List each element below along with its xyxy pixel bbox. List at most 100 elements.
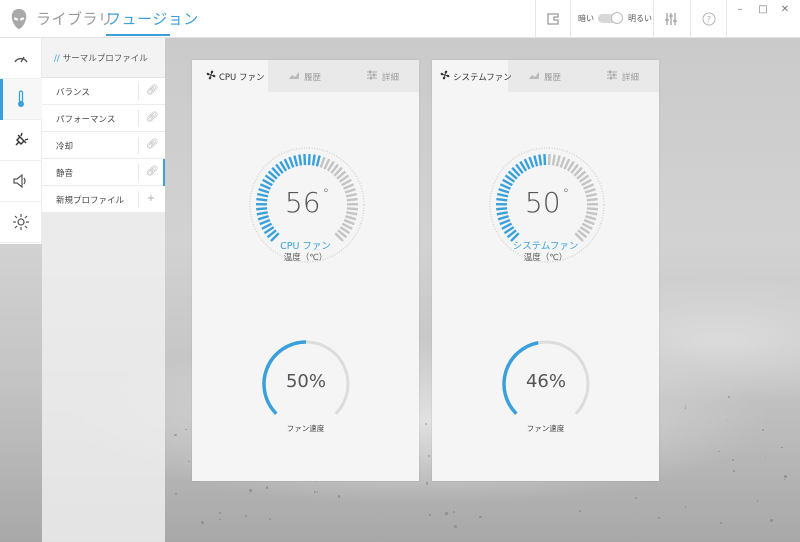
- background-speck: [783, 475, 787, 479]
- gauge-tick: [523, 158, 531, 170]
- background-speck: [728, 395, 731, 398]
- toolbar-separator: [653, 0, 654, 38]
- title-text: サーマルプロファイル: [62, 54, 148, 64]
- tab-history[interactable]: 履歴: [268, 60, 344, 92]
- nav-tab-library[interactable]: ライブラリ: [36, 8, 114, 29]
- profile-item-new[interactable]: 新規プロファイル +: [42, 186, 165, 213]
- background-speck: [218, 511, 221, 515]
- tab-cpu-fan[interactable]: CPU ファン: [192, 60, 268, 92]
- maximize-button[interactable]: □: [757, 4, 769, 16]
- fan-name-label: CPU ファン: [280, 241, 331, 252]
- help-icon[interactable]: ?: [701, 11, 717, 27]
- profile-item-quiet[interactable]: 静音 🔗︎: [42, 159, 165, 186]
- link-icon[interactable]: 🔗︎: [146, 167, 159, 177]
- nav-tab-fusion[interactable]: フュージョン: [106, 8, 199, 29]
- profile-item-label: 新規プロファイル: [56, 196, 125, 206]
- profile-item-label: パフォーマンス: [56, 115, 116, 125]
- brightness-toggle[interactable]: [598, 12, 623, 24]
- toolbar-separator: [726, 0, 727, 38]
- tab-label: 履歴: [544, 73, 562, 83]
- background-speck: [579, 510, 581, 512]
- gauge-tick: [563, 158, 571, 170]
- row-separator: [138, 110, 139, 127]
- temperature-value: 50: [524, 186, 561, 219]
- gauge-tick: [288, 156, 295, 168]
- temperature-readout: 50 °: [488, 186, 606, 219]
- svg-text:?: ?: [707, 15, 711, 24]
- gauge-tick: [343, 218, 355, 226]
- temperature-value: 56: [284, 186, 321, 219]
- row-separator: [138, 83, 139, 100]
- gauge-tick: [528, 156, 535, 168]
- alien-logo-icon: [11, 9, 27, 29]
- gauge-tick: [259, 218, 271, 226]
- tab-history[interactable]: 履歴: [508, 60, 584, 92]
- history-chart-icon: [529, 72, 539, 79]
- equalizer-icon[interactable]: [663, 11, 679, 27]
- rail-item-thermal[interactable]: [0, 79, 42, 120]
- fan-speed-value: 50%: [285, 371, 326, 392]
- background-speck: [725, 419, 727, 421]
- profile-item-balance[interactable]: バランス 🔗︎: [42, 78, 165, 105]
- gauge-tick: [298, 154, 303, 166]
- rail-item-audio[interactable]: [0, 161, 42, 202]
- profile-item-label: 冷却: [56, 142, 74, 152]
- thermal-profile-list: //サーマルプロファイル バランス 🔗︎ パフォーマンス 🔗︎ 冷却 🔗︎ 静音…: [42, 38, 165, 542]
- gauge-tick: [559, 156, 566, 168]
- background-speck: [265, 486, 269, 489]
- thermometer-icon: [18, 90, 24, 107]
- tab-label: 詳細: [382, 73, 400, 83]
- speaker-icon: [13, 173, 26, 189]
- rail-item-power[interactable]: [0, 120, 42, 161]
- fan-icon: [206, 70, 216, 80]
- plus-icon[interactable]: +: [146, 194, 156, 204]
- tab-details[interactable]: 詳細: [344, 60, 419, 92]
- gamepad-icon[interactable]: [545, 11, 561, 27]
- tab-label: システムファン: [453, 73, 512, 83]
- profile-item-label: 静音: [56, 169, 74, 179]
- gauge-tick: [293, 155, 299, 167]
- gauge-tick: [543, 154, 547, 166]
- profile-list-title: //サーマルプロファイル: [54, 52, 148, 64]
- tab-details[interactable]: 詳細: [584, 60, 659, 92]
- background-speck: [248, 489, 252, 493]
- fan-name-label: システムファン: [512, 241, 579, 252]
- gauge-tick: [319, 156, 326, 168]
- link-icon[interactable]: 🔗︎: [146, 86, 159, 96]
- panel-tabs: CPU ファン 履歴 詳細: [192, 60, 419, 92]
- background-speck: [425, 482, 429, 485]
- brightness-toggle-knob[interactable]: [611, 12, 623, 24]
- temperature-readout: 56 °: [248, 186, 366, 219]
- gauge-tick: [307, 154, 311, 166]
- row-separator: [138, 191, 139, 208]
- gauge-tick: [547, 154, 551, 166]
- link-icon[interactable]: 🔗︎: [146, 113, 159, 123]
- rail-item-performance[interactable]: [0, 38, 42, 79]
- speedometer-icon: [14, 56, 28, 63]
- background-speck: [314, 490, 317, 493]
- link-icon[interactable]: 🔗︎: [146, 140, 159, 150]
- close-button[interactable]: ✕: [779, 4, 791, 16]
- fan-speed-label: ファン速度: [526, 424, 565, 433]
- background-speck: [445, 512, 448, 515]
- title-bar: ライブラリ フュージョン 暗い 明るい ? – □ ✕: [0, 0, 800, 38]
- gauge-tick: [583, 218, 595, 226]
- profile-item-performance[interactable]: パフォーマンス 🔗︎: [42, 105, 165, 132]
- background-speck: [187, 460, 190, 463]
- title-prefix: //: [54, 54, 60, 64]
- sliders-icon: [367, 70, 377, 80]
- tab-system-fan[interactable]: システムファン: [432, 60, 512, 92]
- gauge-tick: [303, 154, 307, 166]
- tab-label: 履歴: [304, 73, 322, 83]
- background-speck: [719, 522, 722, 525]
- fan-speed-label: ファン速度: [286, 424, 325, 433]
- toolbar-separator: [535, 0, 536, 38]
- profile-item-cool[interactable]: 冷却 🔗︎: [42, 132, 165, 159]
- system-fan-panel: システムファン 履歴 詳細 50 ° システムファン 温度（℃） 46% ファン速…: [432, 60, 659, 481]
- minimize-button[interactable]: –: [734, 4, 746, 16]
- gauge-tick: [323, 158, 331, 170]
- brightness-dark-label: 暗い: [578, 14, 594, 23]
- rail-item-lighting[interactable]: [0, 202, 42, 243]
- lighting-icon: [13, 214, 29, 230]
- panel-tabs: システムファン 履歴 詳細: [432, 60, 659, 92]
